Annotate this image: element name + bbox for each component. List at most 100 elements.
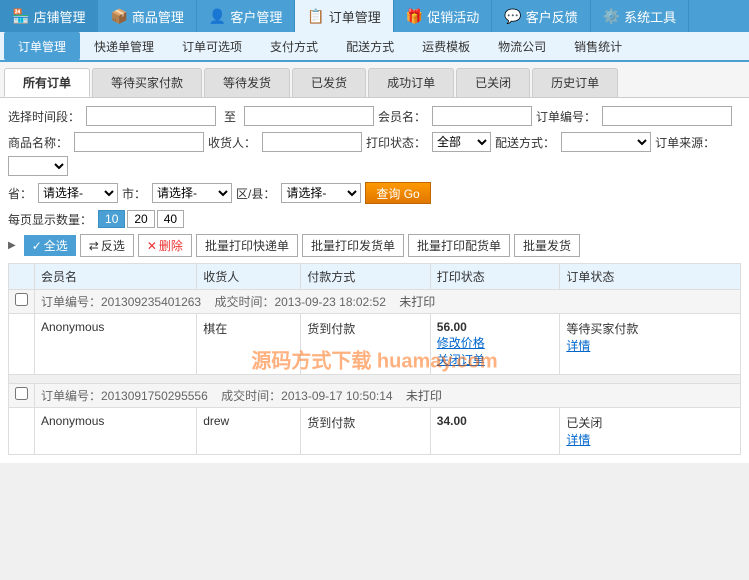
nav-promotions[interactable]: 🎁 促销活动 [394, 0, 492, 32]
tab-shipped[interactable]: 已发货 [292, 68, 366, 97]
time-to-input[interactable] [244, 106, 374, 126]
receiver-input[interactable] [262, 132, 362, 152]
page-size-20[interactable]: 20 [127, 210, 154, 228]
nav-feedback[interactable]: 💬 客户反馈 [492, 0, 590, 32]
nav-feedback-label: 客户反馈 [526, 7, 578, 26]
order-spacer-row [9, 375, 741, 384]
order-member: Anonymous [35, 408, 197, 455]
order-table-wrapper: 源码方式下载 huamay.com 会员名 收货人 付款方式 打印状态 订单状态… [8, 263, 741, 455]
nav-tools[interactable]: ⚙️ 系统工具 [591, 0, 689, 32]
order-no-row: 订单编号：201309235401263 成交时间：2013-09-23 18:… [9, 290, 741, 314]
order-detail-link[interactable]: 详情 [566, 339, 590, 353]
district-select[interactable]: 请选择- [281, 183, 361, 203]
subnav-order-mgmt[interactable]: 订单管理 [4, 32, 80, 60]
order-action-link[interactable]: 修改价格 [437, 336, 485, 350]
nav-customers[interactable]: 👤 客户管理 [197, 0, 295, 32]
city-select[interactable]: 请选择- [152, 183, 232, 203]
order-no-input[interactable] [602, 106, 732, 126]
order-action-link[interactable]: 关闭订单 [437, 353, 485, 367]
sub-navigation: 订单管理 快递单管理 订单可选项 支付方式 配送方式 运费模板 物流公司 销售统… [0, 32, 749, 62]
tab-all-orders-label: 所有订单 [23, 76, 71, 90]
batch-print-config-button[interactable]: 批量打印配货单 [408, 234, 510, 257]
nav-store[interactable]: 🏪 店铺管理 [0, 0, 98, 32]
order-status-text: 等待买家付款 [566, 320, 734, 337]
member-name-input[interactable] [432, 106, 532, 126]
nav-promotions-label: 促销活动 [427, 7, 479, 26]
order-actions-cell: 56.00 修改价格关闭订单 [430, 314, 560, 375]
page-size-40[interactable]: 40 [157, 210, 184, 228]
query-button[interactable]: 查询 Go [365, 182, 430, 204]
customers-icon: 👤 [209, 8, 226, 25]
subnav-order-mgmt-label: 订单管理 [18, 38, 66, 55]
nav-tools-label: 系统工具 [624, 7, 676, 26]
order-tabs: 所有订单 等待买家付款 等待发货 已发货 成功订单 已关闭 历史订单 [0, 62, 749, 98]
order-detail-row: Anonymous 棋在 货到付款 56.00修改价格关闭订单 等待买家付款详情 [9, 314, 741, 375]
tab-pending-pay[interactable]: 等待买家付款 [92, 68, 202, 97]
order-status-cell: 等待买家付款详情 [560, 314, 741, 375]
th-order-status: 订单状态 [560, 264, 741, 290]
subnav-sales-stats[interactable]: 销售统计 [560, 32, 636, 60]
store-icon: 🏪 [12, 8, 29, 25]
delete-icon: ✕ [147, 239, 157, 253]
tab-history[interactable]: 历史订单 [532, 68, 618, 97]
order-receiver: 棋在 [197, 314, 301, 375]
subnav-express-mgmt[interactable]: 快递单管理 [80, 32, 168, 60]
member-name-label: 会员名： [378, 108, 426, 125]
subnav-delivery[interactable]: 配送方式 [332, 32, 408, 60]
select-all-button[interactable]: ✓ 全选 [24, 235, 76, 256]
delete-button[interactable]: ✕ 删除 [138, 234, 192, 257]
tab-all-orders[interactable]: 所有订单 [4, 68, 90, 97]
subnav-freight-tpl[interactable]: 运费模板 [408, 32, 484, 60]
order-no: 订单编号：2013091750295556 [41, 389, 208, 403]
print-status-label: 打印状态： [366, 134, 426, 151]
check-icon: ✓ [32, 239, 42, 253]
batch-print-delivery-button[interactable]: 批量打印发货单 [302, 234, 404, 257]
subnav-delivery-label: 配送方式 [346, 38, 394, 55]
order-source-label: 订单来源： [655, 134, 715, 151]
province-select[interactable]: 请选择- [38, 183, 118, 203]
order-checkbox[interactable] [15, 293, 28, 306]
delivery-method-select[interactable] [561, 132, 651, 152]
subnav-express-mgmt-label: 快递单管理 [94, 38, 154, 55]
subnav-payment-label: 支付方式 [270, 38, 318, 55]
invert-select-button[interactable]: ⇄ 反选 [80, 234, 134, 257]
subnav-logistics[interactable]: 物流公司 [484, 32, 560, 60]
tab-closed[interactable]: 已关闭 [456, 68, 530, 97]
batch-ship-button[interactable]: 批量发货 [514, 234, 580, 257]
subnav-payment[interactable]: 支付方式 [256, 32, 332, 60]
order-price: 56.00 [437, 320, 554, 334]
time-range-label: 选择时间段： [8, 108, 80, 125]
order-receiver: drew [197, 408, 301, 455]
tab-success[interactable]: 成功订单 [368, 68, 454, 97]
nav-products[interactable]: 📦 商品管理 [98, 0, 196, 32]
tab-pending-ship[interactable]: 等待发货 [204, 68, 290, 97]
filter-row-1: 选择时间段： 至 会员名： 订单编号： [8, 106, 741, 126]
print-status-select[interactable]: 全部 已打印 未打印 [432, 132, 491, 152]
page-size-10[interactable]: 10 [98, 210, 125, 228]
expand-icon[interactable]: ▶ [8, 240, 16, 251]
order-actions-cell: 34.00 [430, 408, 560, 455]
order-source-select[interactable] [8, 156, 68, 176]
order-table: 会员名 收货人 付款方式 打印状态 订单状态 订单编号：201309235401… [8, 263, 741, 455]
order-price: 34.00 [437, 414, 554, 428]
order-status-cell: 已关闭详情 [560, 408, 741, 455]
delivery-method-label: 配送方式： [495, 134, 555, 151]
subnav-return-order[interactable]: 订单可选项 [168, 32, 256, 60]
order-detail-link[interactable]: 详情 [566, 433, 590, 447]
products-icon: 📦 [110, 8, 127, 25]
order-checkbox[interactable] [15, 387, 28, 400]
tab-pending-ship-label: 等待发货 [223, 76, 271, 90]
receiver-label: 收货人： [208, 134, 256, 151]
nav-customers-label: 客户管理 [230, 7, 282, 26]
order-no-label: 订单编号： [536, 108, 596, 125]
batch-print-express-button[interactable]: 批量打印快递单 [196, 234, 298, 257]
select-all-label: 全选 [44, 237, 68, 254]
nav-store-label: 店铺管理 [33, 7, 85, 26]
time-between-label: 至 [224, 108, 236, 125]
time-from-input[interactable] [86, 106, 216, 126]
subnav-return-order-label: 订单可选项 [182, 38, 242, 55]
subnav-freight-tpl-label: 运费模板 [422, 38, 470, 55]
product-name-input[interactable] [74, 132, 204, 152]
nav-orders[interactable]: 📋 订单管理 [295, 0, 393, 32]
order-print-status-header: 未打印 [406, 389, 442, 403]
